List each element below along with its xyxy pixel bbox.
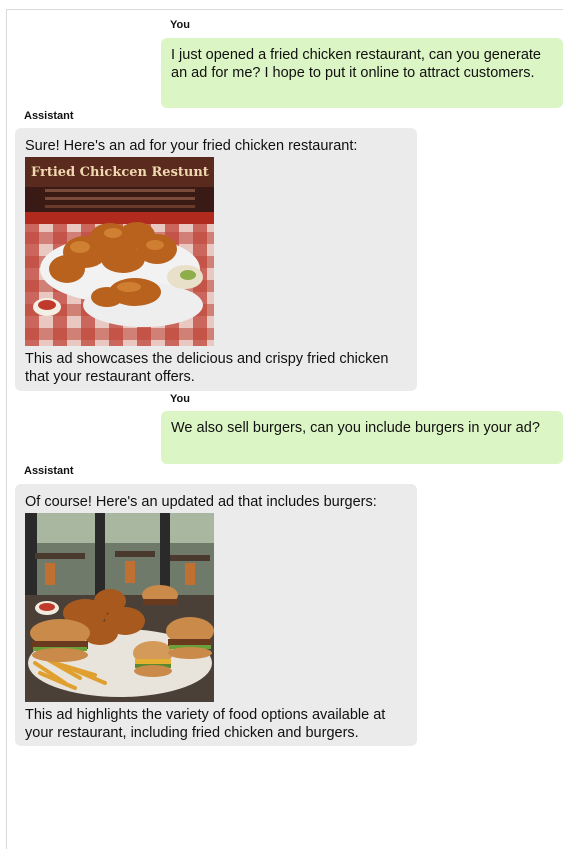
speaker-label-assistant: Assistant <box>24 110 74 122</box>
assistant-outro-text: This ad showcases the delicious and cris… <box>25 351 389 385</box>
ad-sign-text: Frtied Chickcen Restunt <box>31 165 209 180</box>
assistant-outro-text: This ad highlights the variety of food o… <box>25 707 386 741</box>
fried-chicken-ad-image: Frtied Chickcen Restunt <box>25 157 214 346</box>
assistant-message-bubble: Sure! Here's an ad for your fried chicke… <box>15 128 417 391</box>
speaker-label-user: You <box>170 19 190 31</box>
assistant-intro-text: Of course! Here's an updated ad that inc… <box>25 494 377 510</box>
speaker-label-assistant: Assistant <box>24 465 74 477</box>
user-message-bubble: We also sell burgers, can you include bu… <box>161 411 563 464</box>
user-message-text: We also sell burgers, can you include bu… <box>171 420 540 436</box>
assistant-message-bubble: Of course! Here's an updated ad that inc… <box>15 484 417 746</box>
user-message-bubble: I just opened a fried chicken restaurant… <box>161 38 563 108</box>
speaker-label-user: You <box>170 393 190 405</box>
user-message-text: I just opened a fried chicken restaurant… <box>171 47 541 81</box>
assistant-intro-text: Sure! Here's an ad for your fried chicke… <box>25 138 358 154</box>
chicken-and-burgers-ad-image <box>25 513 214 702</box>
